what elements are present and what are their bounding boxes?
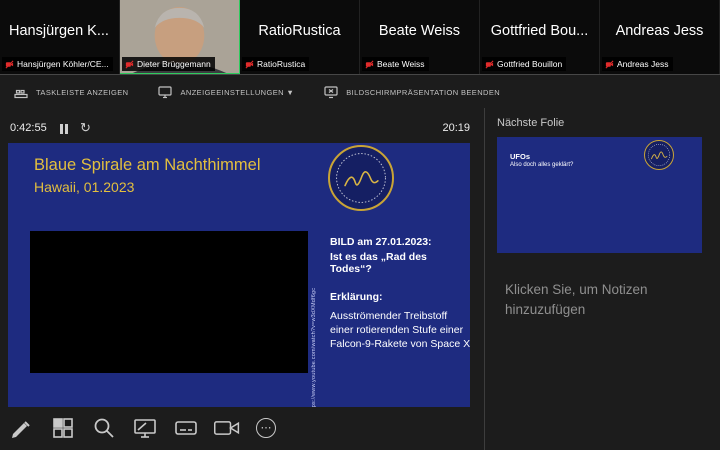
mic-off-icon <box>365 60 374 68</box>
participant-gallery: Hansjürgen K... Hansjürgen Köhler/CE... … <box>0 0 720 75</box>
end-presentation-icon <box>324 86 338 99</box>
participant-label-text: RatioRustica <box>257 59 306 69</box>
current-time: 20:19 <box>442 122 470 134</box>
mic-off-icon <box>125 60 134 68</box>
participant-label-text: Andreas Jess <box>617 59 669 69</box>
mic-off-icon <box>485 60 494 68</box>
explanation-line: Falcon-9-Rakete von Space X <box>330 337 470 350</box>
all-slides-icon <box>53 418 73 438</box>
slide-bild-textblock: BILD am 27.01.2023: Ist es das „Rad des … <box>330 236 468 278</box>
mic-off-icon <box>605 60 614 68</box>
participant-label: Andreas Jess <box>602 57 673 71</box>
mic-off-icon <box>245 60 254 68</box>
display-settings-icon <box>158 86 173 99</box>
show-taskbar-label: TASKLEISTE ANZEIGEN <box>36 87 129 97</box>
panel-divider <box>484 108 485 450</box>
camera-icon <box>214 421 240 435</box>
subtitles-toggle-button[interactable] <box>172 412 200 444</box>
end-presentation-button[interactable]: BILDSCHIRMPRÄSENTATION BEENDEN <box>324 85 500 99</box>
restart-timer-button[interactable]: ↻ <box>80 120 91 136</box>
explanation-line: Ausströmender Treibstoff <box>330 309 448 322</box>
participant-label: Beate Weiss <box>362 57 429 71</box>
black-screen-icon <box>134 419 156 438</box>
participant-name: Hansjürgen K... <box>9 23 109 39</box>
presenter-toolbar: TASKLEISTE ANZEIGEN ANZEIGEEINSTELLUNGEN… <box>14 82 500 102</box>
pen-icon <box>12 421 30 438</box>
elapsed-timer: 0:42:55 <box>10 122 47 134</box>
cenap-logo-small <box>644 140 674 170</box>
pause-button[interactable] <box>60 124 68 134</box>
explanation-line: einer rotierenden Stufe einer <box>330 323 464 336</box>
display-settings-label: ANZEIGEEINSTELLUNGEN ▼ <box>180 87 295 97</box>
slide-explanation-textblock: Erklärung: Ausströmender Treibstoff eine… <box>330 291 470 352</box>
slide-subtitle: Hawaii, 01.2023 <box>34 179 135 195</box>
next-slide-subtitle: Also doch alles geklärt? <box>510 162 574 168</box>
participant-tile-active-speaker[interactable]: Dieter Brüggemann <box>120 0 240 74</box>
camera-toggle-button[interactable] <box>213 412 241 444</box>
mic-off-icon <box>5 60 14 68</box>
black-screen-button[interactable] <box>131 412 159 444</box>
participant-label-text: Hansjürgen Köhler/CE... <box>17 59 109 69</box>
participant-label: Dieter Brüggemann <box>122 57 215 71</box>
explanation-title: Erklärung: <box>330 291 383 303</box>
cenap-logo-art <box>647 143 671 167</box>
participant-name: RatioRustica <box>258 23 341 39</box>
participant-tile[interactable]: Beate Weiss Beate Weiss <box>360 0 480 74</box>
slide-url-vertical: https://www.youtube.com/watch?v=w3dXMdf6… <box>311 287 317 407</box>
bild-line2: Ist es das „Rad des Todes“? <box>330 251 427 275</box>
participant-label-text: Dieter Brüggemann <box>137 59 211 69</box>
end-presentation-label: BILDSCHIRMPRÄSENTATION BEENDEN <box>346 87 501 97</box>
slide-title: Blaue Spirale am Nachthimmel <box>34 156 261 174</box>
current-slide[interactable]: Blaue Spirale am Nachthimmel Hawaii, 01.… <box>8 143 470 407</box>
participant-tile[interactable]: Gottfried Bou... Gottfried Bouillon <box>480 0 600 74</box>
participant-label-text: Beate Weiss <box>377 59 425 69</box>
magnifier-icon <box>94 418 114 438</box>
participant-tile[interactable]: Andreas Jess Andreas Jess <box>600 0 720 74</box>
participant-label: RatioRustica <box>242 57 310 71</box>
slide-video-placeholder <box>30 231 308 373</box>
show-taskbar-button[interactable]: TASKLEISTE ANZEIGEN <box>14 85 128 99</box>
all-slides-button[interactable] <box>49 412 77 444</box>
cenap-logo-art <box>336 153 386 203</box>
more-options-button[interactable]: ⋯ <box>254 412 278 444</box>
taskbar-icon <box>14 89 28 99</box>
subtitles-icon <box>175 421 197 435</box>
participant-tile[interactable]: Hansjürgen K... Hansjürgen Köhler/CE... <box>0 0 120 74</box>
participant-name: Andreas Jess <box>615 23 704 39</box>
participant-label: Gottfried Bouillon <box>482 57 567 71</box>
timer-row: 0:42:55 ↻ 20:19 <box>8 120 470 137</box>
participant-name: Gottfried Bou... <box>490 23 589 39</box>
participant-label: Hansjürgen Köhler/CE... <box>2 57 113 71</box>
more-options-icon: ⋯ <box>256 418 276 438</box>
display-settings-button[interactable]: ANZEIGEEINSTELLUNGEN ▼ <box>158 85 294 99</box>
pen-tool-button[interactable] <box>8 412 36 444</box>
next-slide-title: UFOs <box>510 152 531 161</box>
presenter-tools: ⋯ <box>8 410 278 446</box>
bild-line1: BILD am 27.01.2023: <box>330 236 432 248</box>
cenap-logo <box>328 145 394 211</box>
notes-placeholder[interactable]: Klicken Sie, um Notizen hinzuzufügen <box>505 280 683 321</box>
participant-name: Beate Weiss <box>378 23 461 39</box>
next-slide-thumbnail[interactable]: UFOs Also doch alles geklärt? <box>497 137 702 253</box>
participant-tile[interactable]: RatioRustica RatioRustica <box>240 0 360 74</box>
participant-label-text: Gottfried Bouillon <box>497 59 563 69</box>
next-slide-header: Nächste Folie <box>497 117 565 129</box>
zoom-slide-button[interactable] <box>90 412 118 444</box>
